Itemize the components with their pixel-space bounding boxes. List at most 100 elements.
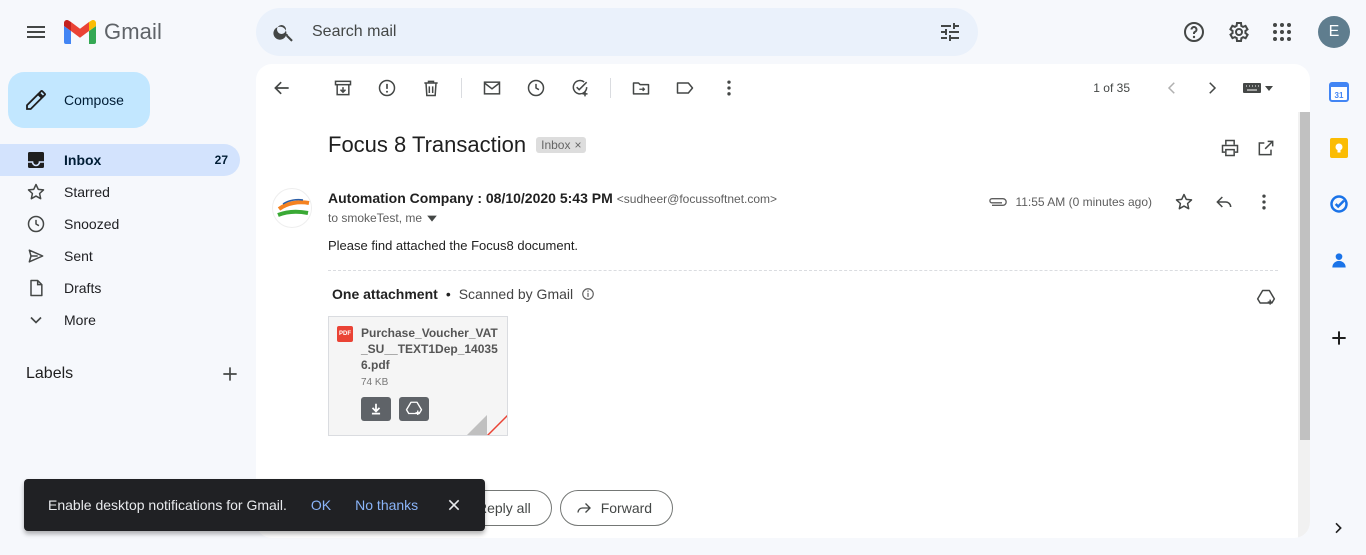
contacts-icon[interactable] [1319,240,1359,280]
attachments-header: One attachment • Scanned by Gmail [332,286,595,302]
help-icon[interactable] [1174,12,1214,52]
labels-section: Labels [26,362,240,386]
close-icon[interactable] [442,493,466,517]
snackbar-ok-button[interactable]: OK [311,497,331,513]
archive-icon[interactable] [323,68,363,108]
draft-icon [26,278,46,298]
search-options-icon[interactable] [922,8,978,56]
forward-label: Forward [600,500,653,516]
add-task-icon[interactable] [560,68,600,108]
save-to-drive-button[interactable] [399,397,429,421]
rail-spacer [1319,296,1359,302]
add-label-icon[interactable] [220,364,240,384]
settings-gear-icon[interactable] [1218,12,1258,52]
forward-button[interactable]: Forward [559,490,674,526]
attachment-paperclip-icon [987,194,1008,210]
notification-snackbar: Enable desktop notifications for Gmail. … [24,479,485,531]
email-subject-row: Focus 8 Transaction Inbox × [328,132,587,158]
message-more-vert-icon[interactable] [1246,186,1282,218]
subject-actions [1214,132,1282,164]
newer-chevron-left-icon[interactable] [1154,70,1190,106]
show-side-panel-chevron-icon[interactable] [1322,512,1354,544]
remove-label-icon[interactable]: × [574,138,581,152]
sidebar-item-label: Sent [64,248,93,264]
print-icon[interactable] [1214,132,1246,164]
header-actions: E [1174,12,1350,52]
toolbar-divider [610,78,611,98]
sender-avatar[interactable] [272,188,312,228]
calendar-icon[interactable]: 31 [1319,72,1359,112]
snackbar-message: Enable desktop notifications for Gmail. [48,497,287,513]
get-addons-plus-icon[interactable] [1319,318,1359,358]
reply-all-label: Reply all [477,500,531,516]
input-tools-button[interactable] [1242,81,1274,95]
report-spam-icon[interactable] [367,68,407,108]
pencil-icon [26,90,46,110]
pager: 1 of 35 [1093,64,1274,112]
recipients-text: to smokeTest, me [328,211,423,225]
sidebar-item-label: Snoozed [64,216,120,232]
forward-icon [577,503,591,513]
star-icon [26,182,46,202]
label-tag-icon[interactable] [665,68,705,108]
download-icon [371,403,381,415]
gmail-logo[interactable]: Gmail [64,18,162,46]
back-arrow-icon[interactable] [262,68,302,108]
attachment-filename: Purchase_Voucher_VAT_SU__TEXT1Dep_140356… [361,326,498,372]
bullet-separator: • [445,286,451,302]
reply-icon[interactable] [1206,186,1242,218]
sender-name[interactable]: Automation Company : 08/10/2020 5:43 PM [328,190,613,206]
main-menu-button[interactable] [16,12,56,52]
account-avatar[interactable]: E [1318,16,1350,48]
star-message-icon[interactable] [1166,186,1202,218]
add-all-to-drive-icon[interactable] [1250,282,1282,314]
tasks-icon[interactable] [1319,184,1359,224]
app-name: Gmail [104,19,162,44]
snooze-clock-icon[interactable] [516,68,556,108]
move-to-folder-icon[interactable] [621,68,661,108]
more-vert-icon[interactable] [709,68,749,108]
sender-line: Automation Company : 08/10/2020 5:43 PM … [328,190,777,206]
attachment-size: 74 KB [361,377,389,388]
search-icon[interactable] [256,8,312,56]
menu-icon [27,26,45,38]
info-icon[interactable] [581,287,595,301]
labels-title: Labels [26,365,74,382]
sidebar-item-snoozed[interactable]: Snoozed [0,208,240,240]
compose-label: Compose [64,92,124,108]
caret-down-icon [1265,86,1273,91]
sidebar-item-inbox[interactable]: Inbox 27 [0,144,240,176]
chevron-down-icon [26,310,46,330]
inbox-unread-count: 27 [214,153,228,167]
sidebar-nav: Inbox 27 Starred Snoozed Sent Drafts Mor… [0,144,240,336]
older-chevron-right-icon[interactable] [1194,70,1230,106]
compose-button[interactable]: Compose [8,72,150,128]
toolbar-divider [461,78,462,98]
scrollbar-thumb[interactable] [1300,112,1310,440]
open-new-window-icon[interactable] [1250,132,1282,164]
sidebar-item-more[interactable]: More [0,304,240,336]
sidebar-item-label: Inbox [64,152,102,168]
recipients-line: to smokeTest, me [328,211,438,225]
search-input[interactable]: Search mail [312,23,922,41]
snackbar-no-thanks-button[interactable]: No thanks [355,497,418,513]
delete-trash-icon[interactable] [411,68,451,108]
sidebar-item-sent[interactable]: Sent [0,240,240,272]
sidebar-item-starred[interactable]: Starred [0,176,240,208]
inbox-label-badge: Inbox × [536,137,587,153]
mark-unread-icon[interactable] [472,68,512,108]
pager-count: 1 of 35 [1093,81,1130,95]
pdf-icon: PDF [337,326,353,342]
apps-grid-icon[interactable] [1262,12,1302,52]
message-body: Please find attached the Focus8 document… [328,238,579,253]
scrollbar[interactable] [1298,112,1310,538]
side-panel-rail: 31 [1318,72,1360,358]
gmail-m-icon [64,20,96,44]
email-view: 1 of 35 Focus 8 Transaction Inbox × Auto… [256,64,1310,538]
keep-notes-icon[interactable] [1319,128,1359,168]
download-button[interactable] [361,397,391,421]
search-bar[interactable]: Search mail [256,8,978,56]
attachment-card[interactable]: PDF Purchase_Voucher_VAT_SU__TEXT1Dep_14… [328,316,508,436]
sidebar-item-drafts[interactable]: Drafts [0,272,240,304]
show-details-caret-icon[interactable] [426,212,438,224]
